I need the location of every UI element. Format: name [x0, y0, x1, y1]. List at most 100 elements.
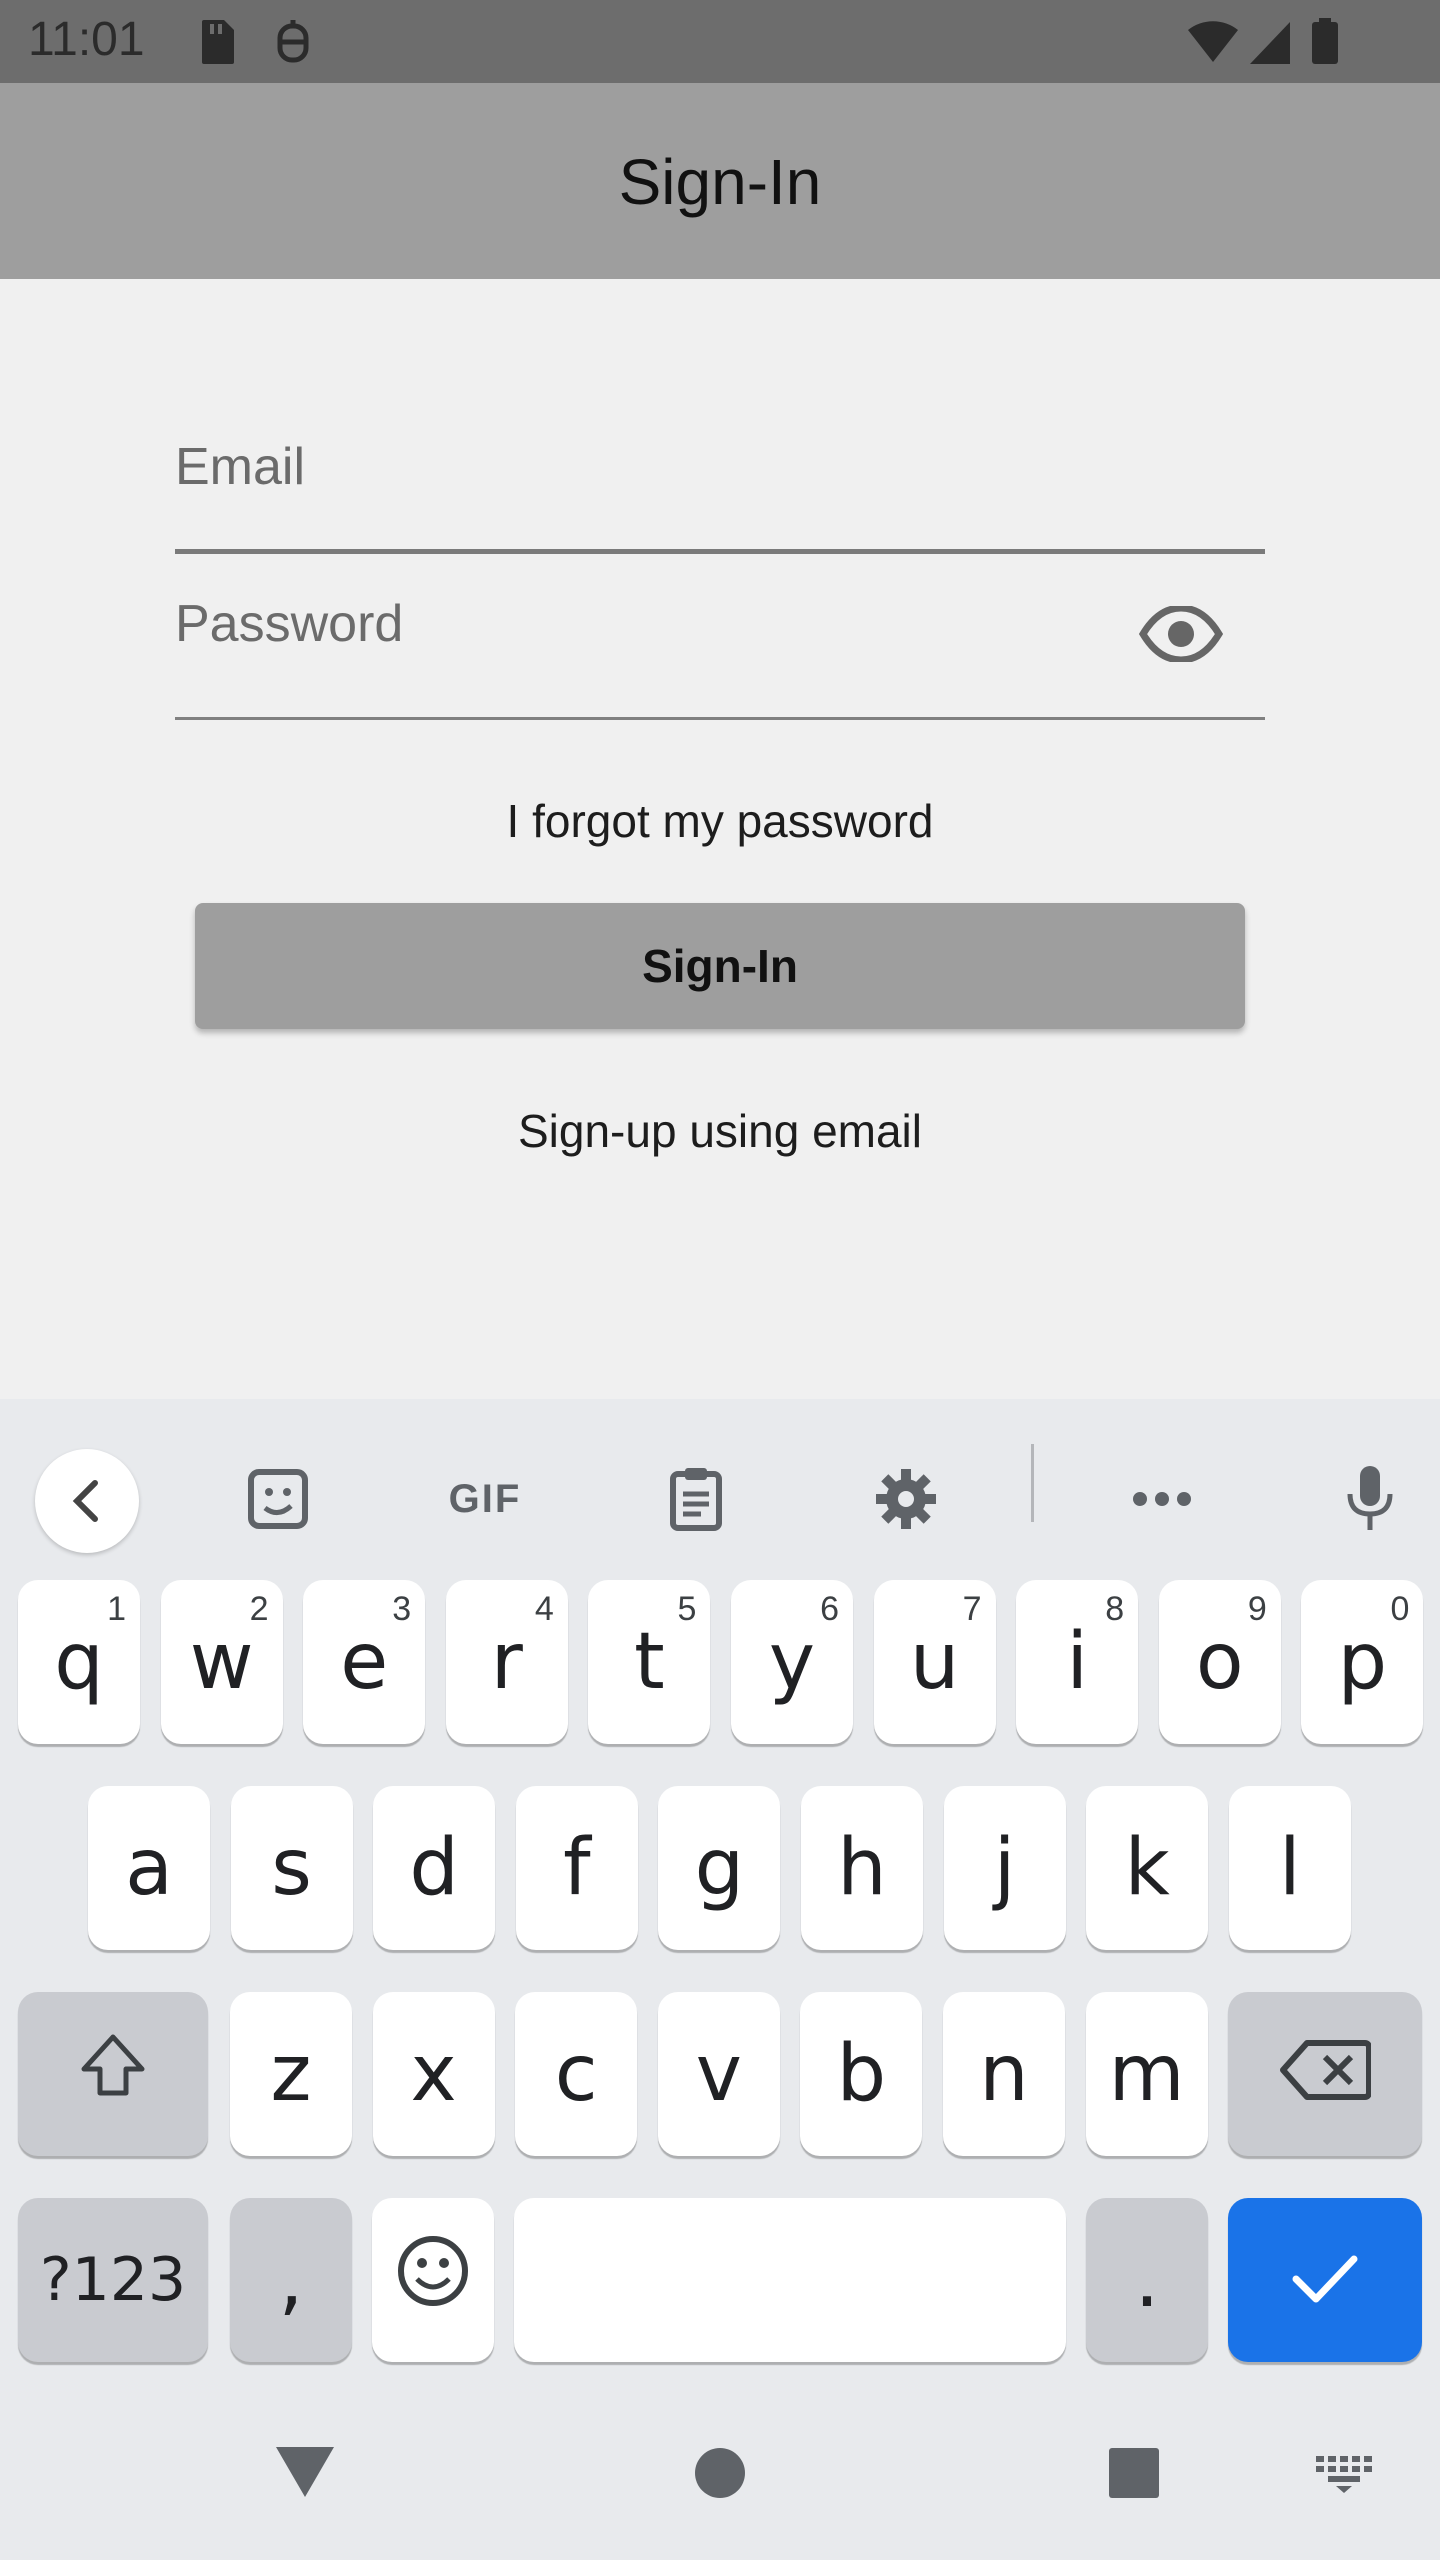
- backspace-icon: [1279, 2029, 1372, 2120]
- key-m[interactable]: m: [1085, 1992, 1208, 2156]
- key-label: m: [1108, 2029, 1185, 2119]
- page-title: Sign-In: [618, 146, 822, 218]
- key-x[interactable]: x: [372, 1992, 495, 2156]
- navigation-bar: [0, 2400, 1440, 2560]
- key-p[interactable]: p0: [1301, 1580, 1424, 1744]
- key-k[interactable]: k: [1086, 1786, 1209, 1950]
- email-placeholder: Email: [175, 438, 306, 496]
- clipboard-icon[interactable]: [646, 1449, 746, 1549]
- backspace-key[interactable]: [1228, 1992, 1422, 2156]
- key-label: s: [271, 1823, 312, 1913]
- keyboard-switch-icon[interactable]: [1314, 2454, 1374, 2499]
- key-label: i: [1066, 1617, 1089, 1707]
- key-label: e: [340, 1617, 389, 1707]
- key-o[interactable]: o9: [1158, 1580, 1281, 1744]
- symbols-key-label: ?123: [39, 2245, 187, 2315]
- key-label: c: [554, 2029, 598, 2119]
- gif-label: GIF: [448, 1476, 522, 1521]
- key-q[interactable]: q1: [18, 1580, 140, 1744]
- back-triangle-icon[interactable]: [274, 2445, 336, 2504]
- wifi-icon: [1186, 18, 1240, 71]
- key-g[interactable]: g: [658, 1786, 781, 1950]
- key-label: r: [490, 1617, 523, 1707]
- key-j[interactable]: j: [943, 1786, 1066, 1950]
- sd-card-icon: [196, 18, 236, 71]
- key-label: n: [979, 2029, 1029, 2119]
- key-hint: 3: [392, 1590, 412, 1628]
- forgot-password-link[interactable]: I forgot my password: [0, 794, 1440, 848]
- key-n[interactable]: n: [943, 1992, 1065, 2156]
- key-b[interactable]: b: [800, 1992, 923, 2156]
- key-hint: 4: [534, 1590, 554, 1628]
- key-c[interactable]: c: [515, 1992, 638, 2156]
- emoji-key[interactable]: [372, 2198, 494, 2362]
- key-u[interactable]: u7: [873, 1580, 996, 1744]
- period-key[interactable]: .: [1086, 2198, 1208, 2362]
- more-icon[interactable]: [1112, 1449, 1212, 1549]
- key-label: h: [837, 1823, 887, 1913]
- status-time: 11:01: [28, 13, 145, 66]
- key-h[interactable]: h: [801, 1786, 923, 1950]
- key-y[interactable]: y6: [731, 1580, 853, 1744]
- gif-button[interactable]: GIF: [435, 1449, 535, 1549]
- key-hint: 2: [249, 1590, 269, 1628]
- mic-icon[interactable]: [1320, 1449, 1420, 1549]
- key-label: d: [409, 1823, 459, 1913]
- password-placeholder: Password: [175, 595, 404, 653]
- key-e[interactable]: e3: [303, 1580, 426, 1744]
- app-bar: Sign-In: [0, 83, 1440, 279]
- key-v[interactable]: v: [657, 1992, 780, 2156]
- key-hint: 7: [962, 1590, 982, 1628]
- check-icon: [1290, 2235, 1360, 2326]
- key-hint: 6: [820, 1590, 839, 1628]
- key-s[interactable]: s: [230, 1786, 353, 1950]
- sign-in-button[interactable]: Sign-In: [195, 903, 1245, 1029]
- battery-icon: [1310, 18, 1340, 71]
- soft-keyboard: GIF q1w2e3r4t5y6u7i8o9p0 asdfghjkl zxcvb…: [0, 1399, 1440, 2560]
- key-f[interactable]: f: [515, 1786, 638, 1950]
- sign-in-form: Email Password I forgot my password Sign…: [0, 279, 1440, 1399]
- key-hint: 8: [1105, 1590, 1125, 1628]
- debug-icon: [272, 18, 314, 71]
- key-hint: 5: [677, 1590, 697, 1628]
- period-key-label: .: [1134, 2235, 1160, 2325]
- email-field[interactable]: Email: [175, 279, 1265, 559]
- key-w[interactable]: w2: [160, 1580, 283, 1744]
- comma-key-label: ,: [278, 2235, 304, 2325]
- key-label: l: [1278, 1823, 1301, 1913]
- recents-square-icon[interactable]: [1108, 2447, 1160, 2504]
- back-icon[interactable]: [35, 1449, 139, 1553]
- space-key[interactable]: [514, 2198, 1066, 2362]
- key-r[interactable]: r4: [445, 1580, 568, 1744]
- key-l[interactable]: l: [1228, 1786, 1351, 1950]
- home-circle-icon[interactable]: [694, 2447, 746, 2504]
- key-z[interactable]: z: [230, 1992, 352, 2156]
- sticker-icon[interactable]: [228, 1449, 328, 1549]
- key-label: z: [270, 2029, 312, 2119]
- done-key[interactable]: [1228, 2198, 1422, 2362]
- key-label: y: [768, 1617, 816, 1707]
- password-field[interactable]: Password: [175, 554, 1265, 724]
- key-label: p: [1337, 1617, 1388, 1707]
- signal-icon: [1248, 18, 1292, 71]
- comma-key[interactable]: ,: [230, 2198, 352, 2362]
- eye-icon[interactable]: [1138, 604, 1224, 667]
- key-d[interactable]: d: [373, 1786, 496, 1950]
- key-label: q: [54, 1617, 104, 1707]
- key-label: j: [993, 1823, 1016, 1913]
- key-i[interactable]: i8: [1016, 1580, 1139, 1744]
- sign-up-link[interactable]: Sign-up using email: [0, 1104, 1440, 1158]
- settings-icon[interactable]: [856, 1449, 956, 1549]
- key-label: o: [1195, 1617, 1244, 1707]
- key-hint: 1: [107, 1590, 126, 1628]
- shift-key[interactable]: [18, 1992, 208, 2156]
- key-label: f: [563, 1823, 591, 1913]
- key-a[interactable]: a: [88, 1786, 210, 1950]
- key-hint: 9: [1247, 1590, 1267, 1628]
- key-label: x: [410, 2029, 457, 2119]
- password-underline: [175, 717, 1265, 720]
- key-label: w: [189, 1617, 254, 1707]
- key-t[interactable]: t5: [588, 1580, 711, 1744]
- key-label: b: [836, 2029, 887, 2119]
- symbols-key[interactable]: ?123: [18, 2198, 208, 2362]
